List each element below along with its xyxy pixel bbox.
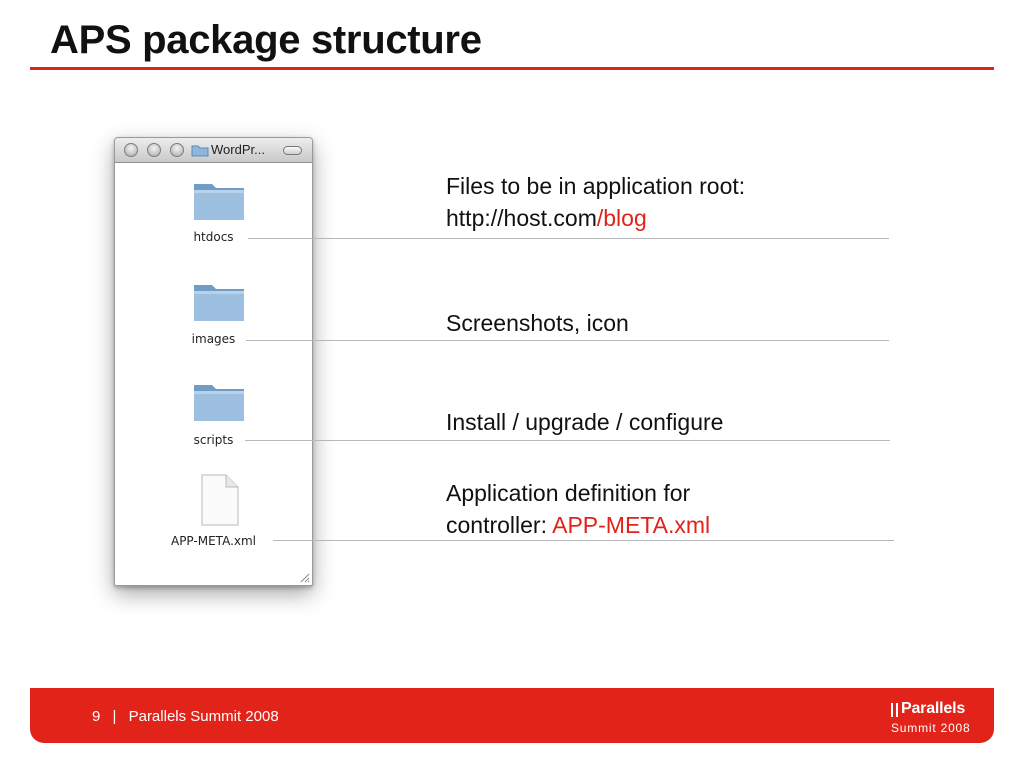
folder-icon	[194, 385, 244, 421]
leader-line	[246, 340, 889, 341]
item-label: images	[191, 332, 236, 346]
leader-line	[245, 440, 890, 441]
description-line: Files to be in application root:	[446, 173, 746, 199]
leader-line	[248, 238, 889, 239]
footer-bar: 9 | Parallels Summit 2008 Parallels Summ…	[30, 688, 994, 743]
description-htdocs: Files to be in application root: http://…	[446, 170, 745, 234]
folder-icon	[191, 145, 209, 157]
parallels-bars-icon	[891, 703, 898, 717]
finder-window: WordPr... htdocs images scripts APP-META…	[114, 137, 313, 586]
file-name: APP-META.xml	[552, 512, 711, 538]
logo-subtitle: Summit 2008	[891, 721, 971, 735]
page-number: 9	[92, 708, 101, 725]
close-button[interactable]	[124, 143, 138, 157]
footer-text: 9 | Parallels Summit 2008	[92, 708, 287, 725]
footer-separator: |	[112, 708, 117, 725]
description-app-meta: Application definition for controller: A…	[446, 477, 710, 541]
resize-grip-icon[interactable]	[298, 571, 310, 583]
folder-icon	[194, 285, 244, 321]
document-icon	[201, 474, 239, 526]
slide-title: APS package structure	[50, 18, 482, 62]
description-line: http://host.com/blog	[446, 202, 745, 234]
zoom-button[interactable]	[170, 143, 184, 157]
folder-icon	[194, 184, 244, 220]
event-name: Parallels Summit 2008	[128, 708, 279, 725]
description-line: controller: APP-META.xml	[446, 509, 710, 541]
toolbar-toggle-button[interactable]	[283, 146, 302, 155]
url-host: http://host.com	[446, 205, 597, 231]
logo-name: Parallels	[901, 700, 966, 717]
description-line: Application definition for	[446, 480, 691, 506]
title-divider	[30, 67, 994, 70]
url-path: /blog	[596, 205, 647, 231]
item-label: APP-META.xml	[170, 534, 257, 548]
window-titlebar[interactable]: WordPr...	[115, 138, 312, 163]
item-label: htdocs	[193, 230, 234, 244]
minimize-button[interactable]	[147, 143, 161, 157]
window-title: WordPr...	[211, 142, 265, 157]
description-text: controller:	[446, 512, 553, 538]
description-scripts: Install / upgrade / configure	[446, 409, 724, 435]
description-images: Screenshots, icon	[446, 310, 629, 336]
